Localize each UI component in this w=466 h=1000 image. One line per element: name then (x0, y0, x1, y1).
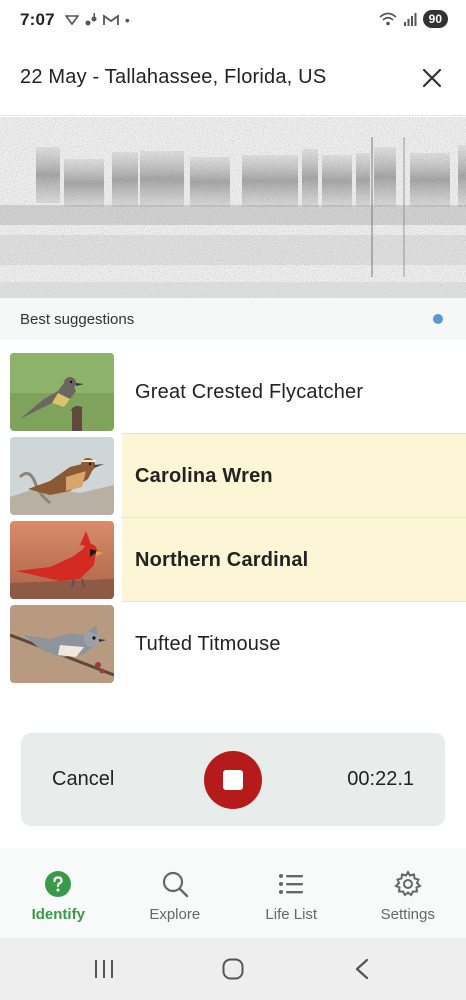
suggestions-title: Best suggestions (20, 310, 135, 328)
suggestions-header: Best suggestions (0, 298, 466, 340)
recent-apps-button[interactable] (84, 949, 124, 989)
bottom-nav: Identify Explore Life List Settings (0, 848, 466, 938)
wifi-icon (379, 12, 397, 26)
nav-explore[interactable]: Explore (117, 848, 234, 938)
species-name: Northern Cardinal (135, 548, 309, 571)
system-nav-bar (0, 938, 466, 1000)
species-row-tufted-titmouse[interactable]: Tufted Titmouse (0, 602, 466, 686)
species-name: Tufted Titmouse (135, 632, 281, 655)
bird-thumbnail-flycatcher (10, 353, 114, 431)
bird-thumbnail-cardinal (10, 521, 114, 599)
close-button[interactable] (416, 62, 448, 94)
stop-recording-button[interactable] (204, 751, 262, 809)
signal-icon (403, 13, 417, 26)
nav-identify[interactable]: Identify (0, 848, 117, 938)
gear-icon (393, 870, 422, 898)
species-name: Great Crested Flycatcher (135, 380, 364, 403)
spectrogram (0, 117, 466, 298)
bird-thumbnail-titmouse (10, 605, 114, 683)
notification-icon (64, 15, 79, 26)
back-icon (355, 958, 368, 980)
nav-settings[interactable]: Settings (350, 848, 466, 938)
close-icon (422, 68, 442, 88)
nav-label: Settings (380, 906, 435, 923)
list-icon (277, 870, 305, 898)
species-list: Great Crested Flycatcher Carolina Wren N… (0, 350, 466, 686)
species-name: Carolina Wren (135, 464, 273, 487)
home-button[interactable] (213, 949, 253, 989)
status-bar: 7:07 • 90 (0, 0, 466, 40)
status-right: 90 (379, 10, 448, 28)
species-row-carolina-wren[interactable]: Carolina Wren (0, 434, 466, 518)
home-icon (222, 958, 244, 980)
status-time: 7:07 (20, 10, 55, 29)
nav-life-list[interactable]: Life List (233, 848, 350, 938)
spectrogram-image (0, 117, 466, 298)
header: 22 May - Tallahassee, Florida, US (0, 40, 466, 116)
bird-thumbnail-wren (10, 437, 114, 515)
recording-timer: 00:22.1 (347, 768, 414, 790)
cancel-button[interactable]: Cancel (52, 768, 114, 791)
page-title: 22 May - Tallahassee, Florida, US (20, 66, 327, 88)
gmail-icon (102, 14, 119, 25)
species-row-northern-cardinal[interactable]: Northern Cardinal (0, 518, 466, 602)
species-row-great-crested-flycatcher[interactable]: Great Crested Flycatcher (0, 350, 466, 434)
battery-indicator: 90 (422, 10, 448, 28)
stop-icon (223, 770, 243, 790)
nav-label: Life List (265, 906, 318, 923)
nav-label: Explore (149, 906, 201, 923)
nav-label: Identify (31, 906, 85, 923)
live-indicator-dot (433, 314, 443, 324)
notification-icons: • (64, 12, 130, 28)
more-notifications-icon: • (124, 12, 130, 28)
help-circle-icon (44, 870, 72, 898)
voicemail-icon (85, 13, 97, 26)
search-icon (161, 870, 189, 898)
recent-apps-icon (95, 960, 114, 978)
back-button[interactable] (342, 949, 382, 989)
recording-controls: Cancel 00:22.1 (21, 733, 445, 826)
